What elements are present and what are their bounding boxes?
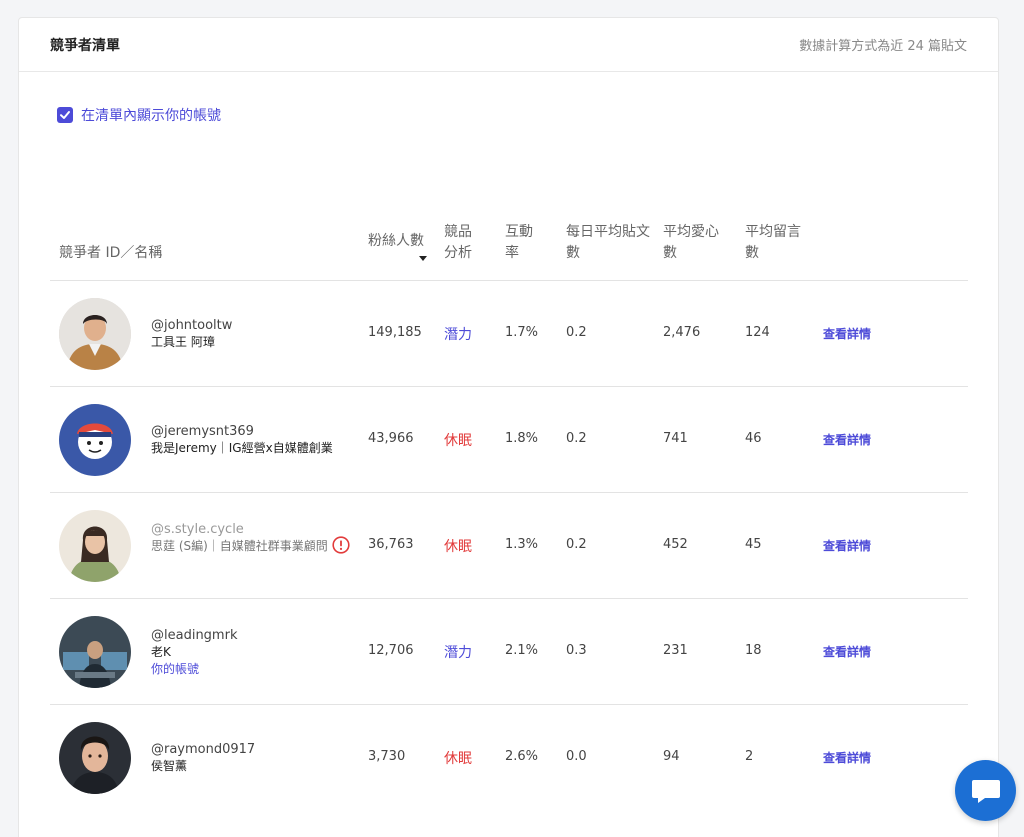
engagement-rate: 2.6%: [505, 749, 539, 764]
column-header-engagement: 互動率: [505, 224, 533, 261]
view-details-link[interactable]: 查看詳情: [823, 431, 871, 448]
competitor-name-block: @leadingmrk 老K 你的帳號: [151, 627, 351, 678]
checkbox-checked-icon[interactable]: [57, 107, 73, 123]
competitor-handle[interactable]: @leadingmrk: [151, 627, 351, 644]
your-account-label: 你的帳號: [151, 662, 200, 676]
competitor-handle[interactable]: @johntooltw: [151, 317, 351, 334]
competitor-display-name: 老K: [151, 645, 171, 659]
analysis-status-badge: 潛力: [444, 645, 472, 661]
followers-count: 149,185: [368, 325, 422, 340]
followers-count: 43,966: [368, 431, 414, 446]
column-header-analysis: 競品分析: [444, 224, 472, 261]
competitor-name-block: @jeremysnt369 我是Jeremy｜IG經營x自媒體創業: [151, 423, 351, 457]
followers-count: 12,706: [368, 643, 414, 658]
avg-likes: 94: [663, 749, 680, 764]
chat-bubble-icon: [971, 779, 1000, 803]
show-own-account-label: 在清單內顯示你的帳號: [81, 108, 221, 124]
column-header-avg-comments: 平均留言數: [745, 224, 801, 261]
competitor-name-block: @s.style.cycle 思莛 (S編)｜自媒體社群事業顧問: [151, 521, 351, 555]
warning-icon[interactable]: [332, 536, 350, 554]
daily-posts: 0.0: [566, 749, 587, 764]
competitor-list-card: 競爭者清單 數據計算方式為近 24 篇貼文 在清單內顯示你的帳號 競爭者 ID／…: [18, 17, 999, 837]
view-details-link[interactable]: 查看詳情: [823, 325, 871, 342]
avatar: [59, 510, 131, 582]
analysis-status-badge: 休眠: [444, 539, 472, 555]
avatar: [59, 722, 131, 794]
column-header-followers[interactable]: 粉絲人數: [368, 231, 424, 252]
view-details-link[interactable]: 查看詳情: [823, 643, 871, 660]
competitor-handle[interactable]: @jeremysnt369: [151, 423, 351, 440]
competitor-handle[interactable]: @s.style.cycle: [151, 521, 351, 538]
daily-posts: 0.3: [566, 643, 587, 658]
sort-desc-icon[interactable]: [419, 256, 427, 261]
avg-likes: 2,476: [663, 325, 701, 340]
avg-comments: 45: [745, 537, 762, 552]
table-row: @s.style.cycle 思莛 (S編)｜自媒體社群事業顧問 36,763 …: [50, 493, 968, 599]
card-title: 競爭者清單: [50, 37, 120, 54]
competitor-display-name: 我是Jeremy｜IG經營x自媒體創業: [151, 441, 333, 455]
competitor-handle[interactable]: @raymond0917: [151, 741, 351, 758]
column-header-name: 競爭者 ID／名稱: [59, 245, 163, 261]
analysis-status-badge: 休眠: [444, 433, 472, 449]
avatar: [59, 404, 131, 476]
column-header-avg-likes: 平均愛心數: [663, 224, 719, 261]
avg-likes: 741: [663, 431, 688, 446]
daily-posts: 0.2: [566, 325, 587, 340]
daily-posts: 0.2: [566, 431, 587, 446]
followers-count: 3,730: [368, 749, 406, 764]
card-header: 競爭者清單 數據計算方式為近 24 篇貼文: [19, 18, 998, 72]
competitor-table: 競爭者 ID／名稱 粉絲人數 競品分析 互動率 每日平均貼文數 平均愛心數 平均…: [50, 203, 968, 811]
table-header: 競爭者 ID／名稱 粉絲人數 競品分析 互動率 每日平均貼文數 平均愛心數 平均…: [50, 203, 968, 281]
avatar: [59, 616, 131, 688]
view-details-link[interactable]: 查看詳情: [823, 537, 871, 554]
competitor-name-block: @raymond0917 侯智薰: [151, 741, 351, 775]
engagement-rate: 1.3%: [505, 537, 539, 552]
competitor-display-name: 思莛 (S編)｜自媒體社群事業顧問: [151, 539, 328, 553]
table-row: @raymond0917 侯智薰 3,730 休眠 2.6% 0.0 94 2 …: [50, 705, 968, 811]
avg-comments: 2: [745, 749, 754, 764]
avatar: [59, 298, 131, 370]
analysis-status-badge: 潛力: [444, 327, 472, 343]
avg-likes: 231: [663, 643, 688, 658]
analysis-status-badge: 休眠: [444, 751, 472, 767]
avg-comments: 18: [745, 643, 762, 658]
column-header-daily-posts: 每日平均貼文數: [566, 224, 650, 261]
daily-posts: 0.2: [566, 537, 587, 552]
avg-comments: 124: [745, 325, 770, 340]
table-row: @jeremysnt369 我是Jeremy｜IG經營x自媒體創業 43,966…: [50, 387, 968, 493]
competitor-display-name: 侯智薰: [151, 759, 188, 773]
competitor-display-name: 工具王 阿璋: [151, 335, 215, 349]
calculation-note: 數據計算方式為近 24 篇貼文: [799, 39, 967, 54]
engagement-rate: 1.8%: [505, 431, 539, 446]
engagement-rate: 1.7%: [505, 325, 539, 340]
chat-button[interactable]: [955, 760, 1016, 821]
avg-comments: 46: [745, 431, 762, 446]
view-details-link[interactable]: 查看詳情: [823, 749, 871, 766]
avg-likes: 452: [663, 537, 688, 552]
table-row: @leadingmrk 老K 你的帳號 12,706 潛力 2.1% 0.3 2…: [50, 599, 968, 705]
competitor-name-block: @johntooltw 工具王 阿璋: [151, 317, 351, 351]
table-row: @johntooltw 工具王 阿璋 149,185 潛力 1.7% 0.2 2…: [50, 281, 968, 387]
show-own-account-checkbox[interactable]: 在清單內顯示你的帳號: [57, 105, 221, 125]
engagement-rate: 2.1%: [505, 643, 539, 658]
followers-count: 36,763: [368, 537, 414, 552]
